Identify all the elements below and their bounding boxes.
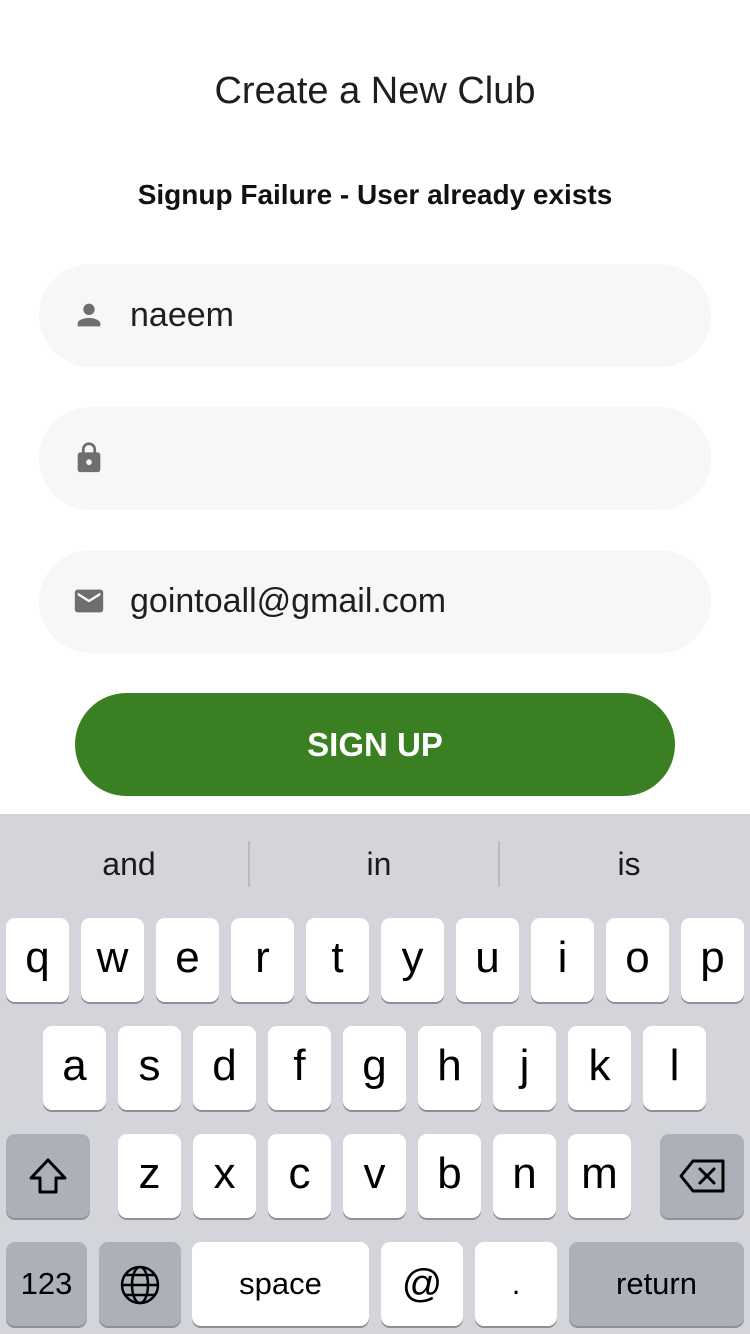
key-a[interactable]: a [43,1026,106,1110]
person-icon [72,298,106,332]
signup-screen: Create a New Club Signup Failure - User … [0,0,750,1334]
key-m[interactable]: m [568,1134,631,1218]
key-p[interactable]: p [681,918,744,1002]
key-t[interactable]: t [306,918,369,1002]
globe-key[interactable] [99,1242,181,1326]
password-field[interactable] [39,407,711,510]
backspace-icon [660,1134,744,1194]
dot-key[interactable]: . [475,1242,557,1326]
space-key[interactable]: space [192,1242,369,1326]
keyboard: and in is q w e r t y u i o p a s d f g … [0,814,750,1334]
username-field[interactable]: naeem [39,264,711,367]
backspace-key[interactable] [660,1134,744,1218]
suggestion-in[interactable]: in [254,814,504,914]
key-x[interactable]: x [193,1134,256,1218]
key-l[interactable]: l [643,1026,706,1110]
key-n[interactable]: n [493,1134,556,1218]
key-g[interactable]: g [343,1026,406,1110]
globe-icon [99,1242,181,1306]
suggestion-and[interactable]: and [4,814,254,914]
key-u[interactable]: u [456,918,519,1002]
key-o[interactable]: o [606,918,669,1002]
key-i[interactable]: i [531,918,594,1002]
suggestion-divider [498,841,500,887]
email-field[interactable]: gointoall@gmail.com [39,550,711,653]
key-z[interactable]: z [118,1134,181,1218]
key-e[interactable]: e [156,918,219,1002]
mail-icon [72,584,106,618]
sign-up-button[interactable]: SIGN UP [75,693,675,796]
key-h[interactable]: h [418,1026,481,1110]
email-value: gointoall@gmail.com [130,582,447,620]
key-y[interactable]: y [381,918,444,1002]
key-c[interactable]: c [268,1134,331,1218]
key-f[interactable]: f [268,1026,331,1110]
shift-key[interactable] [6,1134,90,1218]
at-key[interactable]: @ [381,1242,463,1326]
numbers-key[interactable]: 123 [6,1242,87,1326]
key-j[interactable]: j [493,1026,556,1110]
key-s[interactable]: s [118,1026,181,1110]
key-b[interactable]: b [418,1134,481,1218]
lock-icon [72,441,106,475]
page-title: Create a New Club [214,70,536,112]
error-message: Signup Failure - User already exists [137,179,613,210]
key-d[interactable]: d [193,1026,256,1110]
suggestion-is[interactable]: is [504,814,750,914]
key-w[interactable]: w [81,918,144,1002]
return-key[interactable]: return [569,1242,744,1326]
key-k[interactable]: k [568,1026,631,1110]
key-r[interactable]: r [231,918,294,1002]
suggestion-divider [248,841,250,887]
key-v[interactable]: v [343,1134,406,1218]
username-value: naeem [130,296,234,334]
key-q[interactable]: q [6,918,69,1002]
shift-icon [6,1134,90,1196]
